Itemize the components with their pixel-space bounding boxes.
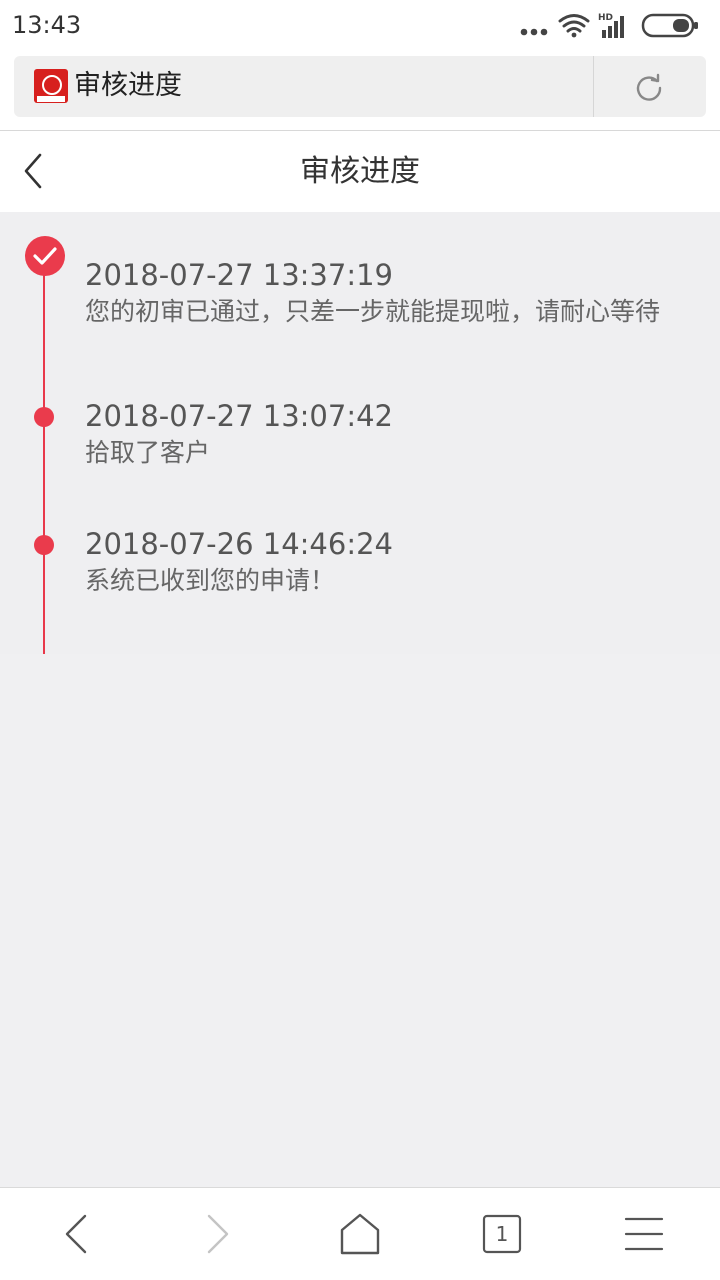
site-logo-icon xyxy=(34,69,68,103)
menu-icon xyxy=(624,1217,664,1251)
entry-time: 2018-07-27 13:37:19 xyxy=(85,258,393,292)
status-time: 13:43 xyxy=(12,11,82,39)
browser-address-bar: 审核进度 xyxy=(0,50,720,131)
home-icon xyxy=(340,1213,380,1255)
entry-time: 2018-07-26 14:46:24 xyxy=(85,527,393,561)
timeline-line xyxy=(43,272,45,654)
page-header: 审核进度 xyxy=(0,131,720,212)
check-icon xyxy=(25,236,65,276)
back-icon xyxy=(65,1214,87,1254)
network-type-label: HD xyxy=(598,13,613,23)
entry-message: 拾取了客户 xyxy=(85,438,211,467)
nav-back-button[interactable] xyxy=(48,1208,104,1260)
timeline-dot xyxy=(34,535,54,555)
entry-message: 您的初审已通过，只差一步就能提现啦，请耐心等待 xyxy=(85,297,661,326)
refresh-button[interactable] xyxy=(624,67,674,107)
entry-message: 系统已收到您的申请！ xyxy=(85,566,336,595)
battery-icon xyxy=(641,13,698,38)
forward-icon xyxy=(207,1214,229,1254)
refresh-icon xyxy=(636,73,662,101)
nav-tabs-button[interactable]: 1 xyxy=(474,1208,530,1260)
timeline-entry: 2018-07-26 14:46:24 系统已收到您的申请！ xyxy=(85,526,393,598)
nav-forward-button[interactable] xyxy=(190,1208,246,1260)
url-box[interactable]: 审核进度 xyxy=(14,56,706,117)
more-dots-icon xyxy=(520,28,548,36)
status-bar: 13:43 HD xyxy=(0,0,720,50)
screen: 13:43 HD 审核进度 审核进度 2018-07-27 13:37:19 您… xyxy=(0,0,720,1280)
status-icons: HD xyxy=(518,8,708,42)
wifi-icon xyxy=(558,14,590,33)
timeline-entry: 2018-07-27 13:07:42 拾取了客户 xyxy=(85,398,393,470)
page-title: 审核进度 xyxy=(300,154,420,189)
timeline-dot xyxy=(34,407,54,427)
timeline-entry: 2018-07-27 13:37:19 您的初审已通过，只差一步就能提现啦，请耐… xyxy=(85,257,660,329)
browser-bottom-nav: 1 xyxy=(0,1187,720,1280)
entry-time: 2018-07-27 13:07:42 xyxy=(85,399,393,433)
tab-count: 1 xyxy=(495,1222,509,1246)
status-icons-svg: HD xyxy=(520,13,698,38)
progress-timeline: 2018-07-27 13:37:19 您的初审已通过，只差一步就能提现啦，请耐… xyxy=(0,212,720,654)
nav-home-button[interactable] xyxy=(332,1208,388,1260)
nav-menu-button[interactable] xyxy=(616,1208,672,1260)
url-page-title[interactable]: 审核进度 xyxy=(74,69,182,103)
url-divider xyxy=(593,56,594,117)
